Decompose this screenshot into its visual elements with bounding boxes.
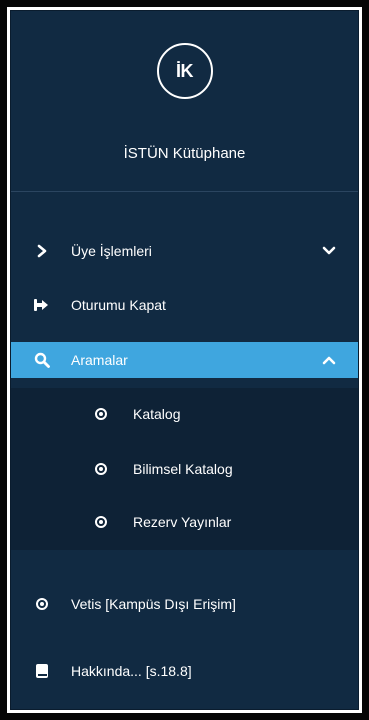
radio-dot-icon xyxy=(33,595,51,613)
radio-dot-icon xyxy=(93,514,109,530)
menu-item-vetis[interactable]: Vetis [Kampüs Dışı Erişim] xyxy=(11,586,358,622)
menu-item-label: Oturumu Kapat xyxy=(71,297,166,313)
chevron-down-icon[interactable] xyxy=(322,244,336,258)
brand-title: İSTÜN Kütüphane xyxy=(123,145,246,162)
menu-item-label: Vetis [Kampüs Dışı Erişim] xyxy=(71,596,236,612)
chevron-right-icon xyxy=(33,242,51,260)
submenu-item-label: Bilimsel Katalog xyxy=(133,461,233,477)
submenu-item-label: Rezerv Yayınlar xyxy=(133,514,232,530)
chevron-up-icon[interactable] xyxy=(322,353,336,367)
menu-item-label: Aramalar xyxy=(71,352,128,368)
menu-item-oturumu-kapat[interactable]: Oturumu Kapat xyxy=(11,287,358,323)
submenu-aramalar: Katalog Bilimsel Katalog Rezerv Yayınlar xyxy=(11,388,358,550)
menu-item-hakkinda[interactable]: Hakkında... [s.18.8] xyxy=(11,653,358,689)
radio-dot-icon xyxy=(93,461,109,477)
logo[interactable]: İK xyxy=(156,43,213,99)
search-icon xyxy=(33,351,51,369)
brand-header: İK İSTÜN Kütüphane xyxy=(11,11,358,191)
sign-out-icon xyxy=(33,296,51,314)
submenu-item-bilimsel-katalog[interactable]: Bilimsel Katalog xyxy=(11,451,358,487)
divider xyxy=(11,191,358,192)
menu-item-aramalar[interactable]: Aramalar xyxy=(11,342,358,378)
menu-item-label: Üye İşlemleri xyxy=(71,243,152,259)
sidebar: İK İSTÜN Kütüphane Üye İşlemleri Oturumu… xyxy=(10,10,359,710)
book-icon xyxy=(33,662,51,680)
submenu-item-rezerv-yayinlar[interactable]: Rezerv Yayınlar xyxy=(11,504,358,540)
menu-item-uye-islemleri[interactable]: Üye İşlemleri xyxy=(11,233,358,269)
sidebar-frame: İK İSTÜN Kütüphane Üye İşlemleri Oturumu… xyxy=(0,0,369,720)
submenu-item-katalog[interactable]: Katalog xyxy=(11,396,358,432)
radio-dot-icon xyxy=(93,406,109,422)
menu-item-label: Hakkında... [s.18.8] xyxy=(71,663,192,679)
submenu-item-label: Katalog xyxy=(133,406,181,422)
